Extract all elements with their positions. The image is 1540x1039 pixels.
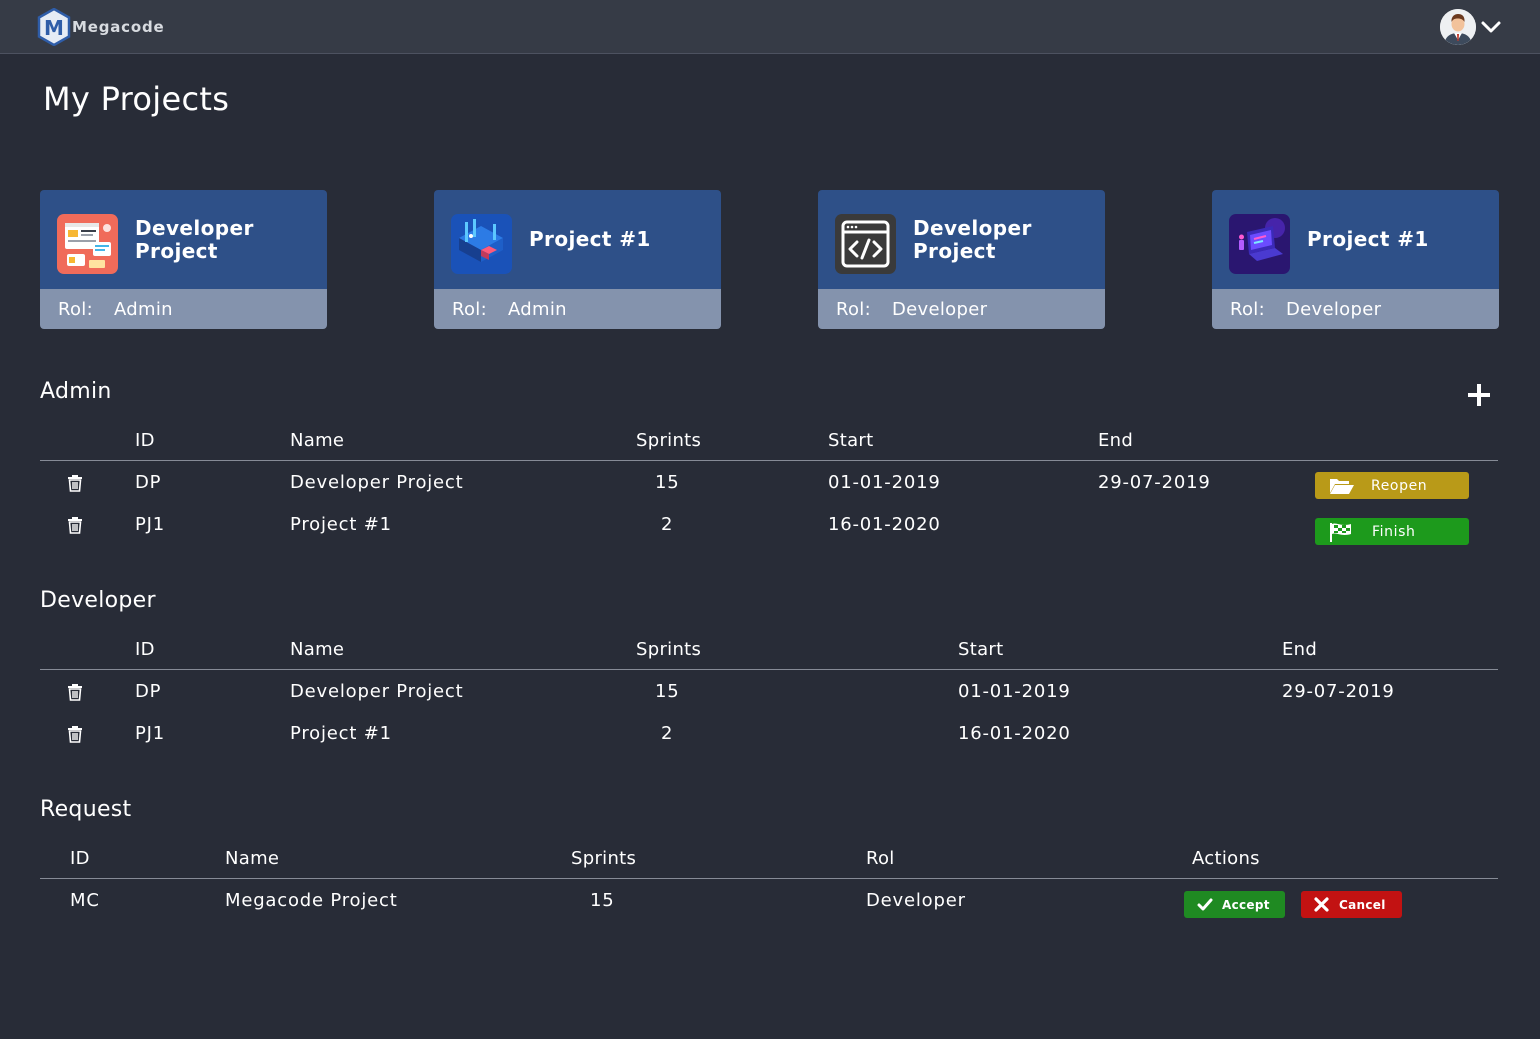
card-role-bar: Rol: Developer — [1212, 289, 1499, 329]
role-value: Admin — [114, 298, 173, 320]
cell-name: Megacode Project — [225, 890, 398, 911]
cancel-button[interactable]: Cancel — [1301, 891, 1402, 918]
admin-col-end: End — [1098, 430, 1134, 451]
admin-col-start: Start — [828, 430, 874, 451]
cancel-label: Cancel — [1339, 897, 1386, 912]
cell-name: Project #1 — [290, 723, 392, 744]
megacode-logo-icon: M — [37, 8, 71, 46]
cell-name: Project #1 — [290, 514, 392, 535]
app-name: Megacode — [72, 18, 165, 36]
trash-icon[interactable] — [66, 474, 84, 492]
card-header: Developer Project — [40, 190, 327, 289]
developer-col-end: End — [1282, 639, 1318, 660]
cell-id: PJ1 — [135, 514, 166, 535]
card-header: Developer Project — [818, 190, 1105, 289]
isometric-tech-icon — [451, 214, 512, 274]
admin-col-name: Name — [290, 430, 345, 451]
add-project-icon[interactable] — [1466, 382, 1492, 408]
cell-sprints: 15 — [655, 681, 680, 702]
card-title: Project #1 — [529, 227, 651, 251]
avatar[interactable] — [1440, 9, 1476, 45]
role-label: Rol: — [1230, 298, 1265, 320]
card-header: Project #1 — [1212, 190, 1499, 289]
admin-header-divider — [40, 460, 1498, 461]
request-col-actions: Actions — [1192, 848, 1260, 869]
request-col-name: Name — [225, 848, 280, 869]
svg-text:M: M — [44, 16, 64, 40]
role-label: Rol: — [58, 298, 93, 320]
developer-col-id: ID — [135, 639, 155, 660]
laptop-neon-icon — [1229, 214, 1290, 274]
project-card-developer-project-admin[interactable]: Developer Project Rol: Admin — [40, 190, 327, 329]
cell-id: PJ1 — [135, 723, 166, 744]
card-title: Project #1 — [1307, 227, 1429, 251]
cell-start: 16-01-2020 — [958, 723, 1071, 744]
admin-section-title: Admin — [40, 379, 112, 404]
request-col-sprints: Sprints — [571, 848, 637, 869]
cell-start: 01-01-2019 — [828, 472, 941, 493]
cell-start: 16-01-2020 — [828, 514, 941, 535]
role-value: Developer — [892, 298, 988, 320]
app-logo[interactable]: M Megacode — [37, 8, 164, 46]
developer-section-title: Developer — [40, 588, 156, 613]
developer-header-divider — [40, 669, 1498, 670]
card-role-bar: Rol: Admin — [434, 289, 721, 329]
request-header-divider — [40, 878, 1498, 879]
developer-col-name: Name — [290, 639, 345, 660]
trash-icon[interactable] — [66, 683, 84, 701]
cell-id: DP — [135, 472, 162, 493]
cell-end: 29-07-2019 — [1098, 472, 1211, 493]
web-design-icon — [57, 214, 118, 274]
developer-col-start: Start — [958, 639, 1004, 660]
accept-label: Accept — [1222, 897, 1270, 912]
accept-button[interactable]: Accept — [1184, 891, 1285, 918]
role-label: Rol: — [452, 298, 487, 320]
project-card-project1-admin[interactable]: Project #1 Rol: Admin — [434, 190, 721, 329]
project-card-project1-developer[interactable]: Project #1 Rol: Developer — [1212, 190, 1499, 329]
card-role-bar: Rol: Admin — [40, 289, 327, 329]
page-title: My Projects — [43, 80, 230, 118]
project-card-developer-project-developer[interactable]: Developer Project Rol: Developer — [818, 190, 1105, 329]
finish-button[interactable]: Finish — [1315, 518, 1469, 545]
role-label: Rol: — [836, 298, 871, 320]
admin-col-id: ID — [135, 430, 155, 451]
request-col-id: ID — [70, 848, 90, 869]
cell-start: 01-01-2019 — [958, 681, 1071, 702]
request-section-title: Request — [40, 797, 132, 822]
code-window-icon — [835, 214, 896, 274]
card-title: Developer Project — [135, 215, 254, 263]
close-icon — [1314, 897, 1329, 912]
cell-sprints: 15 — [655, 472, 680, 493]
cell-rol: Developer — [866, 890, 966, 911]
cell-id: DP — [135, 681, 162, 702]
developer-col-sprints: Sprints — [636, 639, 702, 660]
finish-label: Finish — [1372, 523, 1416, 540]
cell-end: 29-07-2019 — [1282, 681, 1395, 702]
admin-col-sprints: Sprints — [636, 430, 702, 451]
trash-icon[interactable] — [66, 725, 84, 743]
cell-sprints: 15 — [590, 890, 615, 911]
top-bar: M Megacode — [0, 0, 1540, 54]
cell-sprints: 2 — [661, 723, 674, 744]
cell-id: MC — [70, 890, 100, 911]
reopen-label: Reopen — [1371, 477, 1428, 494]
checkered-flag-icon — [1330, 522, 1351, 542]
user-menu[interactable] — [1440, 9, 1502, 45]
trash-icon[interactable] — [66, 516, 84, 534]
cell-name: Developer Project — [290, 472, 464, 493]
request-col-rol: Rol — [866, 848, 895, 869]
cell-name: Developer Project — [290, 681, 464, 702]
role-value: Developer — [1286, 298, 1382, 320]
chevron-down-icon[interactable] — [1480, 16, 1502, 38]
check-icon — [1197, 898, 1213, 910]
card-title: Developer Project — [913, 215, 1032, 263]
cell-sprints: 2 — [661, 514, 674, 535]
card-header: Project #1 — [434, 190, 721, 289]
folder-open-icon — [1330, 478, 1354, 494]
reopen-button[interactable]: Reopen — [1315, 472, 1469, 499]
card-role-bar: Rol: Developer — [818, 289, 1105, 329]
user-avatar-icon — [1440, 9, 1476, 45]
role-value: Admin — [508, 298, 567, 320]
